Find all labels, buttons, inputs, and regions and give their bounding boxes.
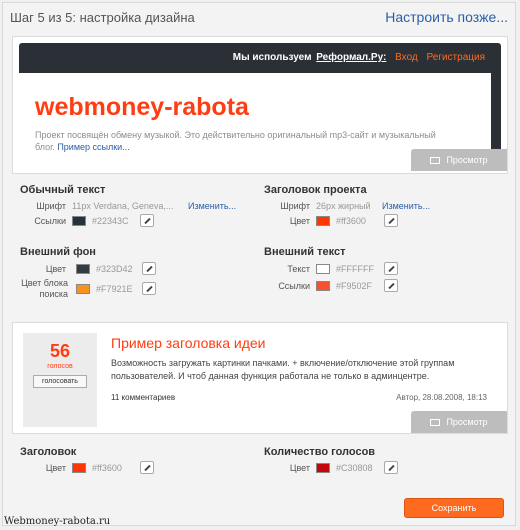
vote-word: голосов	[47, 363, 73, 370]
register-link[interactable]: Регистрация	[427, 52, 485, 63]
configure-later-link[interactable]: Настроить позже...	[385, 9, 508, 25]
eyedropper-icon[interactable]	[384, 279, 398, 292]
links-label: Ссылки	[278, 281, 310, 291]
project-logo: webmoney-rabota	[35, 93, 249, 121]
links-label: Ссылки	[34, 216, 66, 226]
font-value: 26px жирный	[316, 201, 371, 211]
eyedropper-icon[interactable]	[140, 214, 154, 227]
heading-color-swatch	[72, 463, 86, 473]
color-label: Цвет	[45, 264, 66, 274]
outer-text-swatch	[316, 264, 330, 274]
heading-title: Заголовок	[20, 446, 77, 458]
search-block-label: Цвет блока поиска	[21, 278, 68, 299]
eyedropper-icon[interactable]	[140, 461, 154, 474]
idea-author: Автор, 28.08.2008, 18:13	[396, 393, 487, 402]
page-title: Шаг 5 из 5: настройка дизайна	[10, 10, 195, 25]
normal-text-title: Обычный текст	[20, 184, 106, 196]
links-color-value[interactable]: #22343C	[92, 216, 129, 226]
idea-preview: 56 голосов голосовать Пример заголовка и…	[12, 322, 508, 434]
eyedropper-icon[interactable]	[142, 282, 156, 295]
project-description: Проект посвящён обмену музыкой. Это дейс…	[35, 130, 436, 152]
preview-button[interactable]: Просмотр	[411, 149, 507, 171]
preview-icon	[430, 419, 441, 426]
site-preview: Мы используем Реформал.Ру: Вход Регистра…	[12, 36, 508, 174]
votes-count-title: Количество голосов	[264, 446, 376, 458]
links-color-swatch	[72, 216, 86, 226]
votes-color-value[interactable]: #C30808	[336, 463, 373, 473]
example-link[interactable]: Пример ссылки...	[57, 142, 129, 152]
outer-text-value[interactable]: #FFFFFF	[336, 264, 374, 274]
title-color-swatch	[316, 216, 330, 226]
outer-text-title: Внешний текст	[264, 246, 346, 258]
outer-links-value[interactable]: #F9502F	[336, 281, 372, 291]
watermark: Webmoney-rabota.ru	[4, 516, 111, 527]
top-bar: Мы используем Реформал.Ру: Вход Регистра…	[19, 43, 501, 73]
change-font-link[interactable]: Изменить...	[382, 201, 430, 211]
preview-button[interactable]: Просмотр	[411, 411, 507, 433]
idea-title[interactable]: Пример заголовка идеи	[111, 335, 266, 351]
idea-text: Возможность загружать картинки пачками. …	[111, 358, 455, 381]
color-label: Цвет	[289, 216, 310, 226]
save-button[interactable]: Сохранить	[404, 498, 504, 518]
vote-count: 56	[49, 341, 71, 361]
outer-bg-value[interactable]: #323D42	[96, 264, 133, 274]
heading-color-value[interactable]: #ff3600	[92, 463, 122, 473]
search-block-value[interactable]: #F7921E	[96, 284, 133, 294]
vote-button[interactable]: голосовать	[33, 375, 87, 388]
preview-icon	[430, 157, 441, 164]
votes-color-swatch	[316, 463, 330, 473]
vote-box: 56 голосов голосовать	[23, 333, 97, 427]
text-label: Текст	[287, 264, 310, 274]
search-block-swatch	[76, 284, 90, 294]
font-label: Шрифт	[36, 201, 66, 211]
color-label: Цвет	[45, 463, 66, 473]
outer-bg-swatch	[76, 264, 90, 274]
eyedropper-icon[interactable]	[384, 214, 398, 227]
reformal-link[interactable]: Реформал.Ру:	[316, 52, 386, 63]
eyedropper-icon[interactable]	[384, 262, 398, 275]
outer-links-swatch	[316, 281, 330, 291]
bar-text: Мы используем	[232, 52, 312, 63]
login-link[interactable]: Вход	[395, 52, 418, 63]
eyedropper-icon[interactable]	[384, 461, 398, 474]
change-font-link[interactable]: Изменить...	[188, 201, 236, 211]
title-color-value[interactable]: #ff3600	[336, 216, 366, 226]
font-value: 11px Verdana, Geneva,...	[72, 201, 174, 211]
project-title-title: Заголовок проекта	[264, 184, 367, 196]
color-label: Цвет	[289, 463, 310, 473]
comments-link[interactable]: 11 комментариев	[111, 393, 175, 402]
outer-bg-title: Внешний фон	[20, 246, 96, 258]
font-label: Шрифт	[280, 201, 310, 211]
eyedropper-icon[interactable]	[142, 262, 156, 275]
